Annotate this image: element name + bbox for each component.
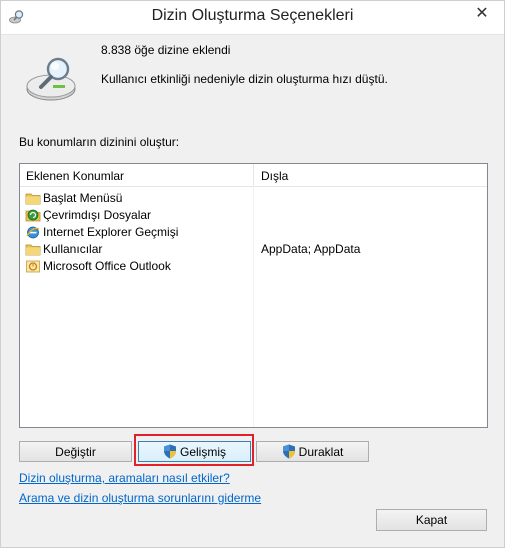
location-exclude: AppData; AppData [261, 242, 361, 256]
indexing-status-icon [26, 57, 76, 101]
list-header: Eklenen Konumlar Dışla [20, 164, 487, 187]
folder-icon [25, 193, 41, 205]
location-name: Çevrimdışı Dosyalar [43, 208, 152, 222]
location-name: Internet Explorer Geçmişi [43, 225, 179, 239]
column-divider[interactable] [253, 164, 254, 186]
how-indexing-affects-link[interactable]: Dizin oluşturma, aramaları nasıl etkiler… [19, 471, 230, 485]
list-item-ie-history[interactable]: Internet Explorer Geçmişi [20, 224, 487, 241]
column-header-locations[interactable]: Eklenen Konumlar [26, 169, 124, 183]
location-name: Microsoft Office Outlook [43, 259, 171, 273]
pause-button-label: Duraklat [298, 444, 344, 459]
outlook-icon [26, 260, 40, 273]
location-name: Başlat Menüsü [43, 191, 123, 205]
advanced-button-label: Gelişmiş [179, 444, 226, 459]
locations-section-label: Bu konumların dizinini oluştur: [19, 135, 180, 149]
close-window-button[interactable]: ✕ [460, 1, 504, 25]
uac-shield-icon [163, 444, 176, 459]
pause-button[interactable]: Duraklat [256, 441, 369, 462]
close-button[interactable]: Kapat [376, 509, 487, 531]
window-title: Dizin Oluşturma Seçenekleri [151, 7, 354, 24]
offline-files-icon [25, 209, 41, 222]
folder-icon [25, 244, 41, 256]
troubleshoot-link[interactable]: Arama ve dizin oluşturma sorunlarını gid… [19, 491, 261, 505]
column-header-exclude[interactable]: Dışla [261, 169, 288, 183]
advanced-button[interactable]: Gelişmiş [138, 441, 251, 462]
indexing-options-window: Dizin Oluşturma Seçenekleri ✕ 8.838 öğe … [0, 0, 505, 548]
location-name: Kullanıcılar [43, 242, 103, 256]
list-item-outlook[interactable]: Microsoft Office Outlook [20, 258, 487, 275]
indexing-speed-message: Kullanıcı etkinliği nedeniyle dizin oluş… [101, 72, 388, 86]
indexed-items-count: 8.838 öğe dizine eklendi [101, 43, 231, 57]
list-item-start-menu[interactable]: Başlat Menüsü [20, 190, 487, 207]
modify-button[interactable]: Değiştir [19, 441, 132, 462]
indexed-locations-list[interactable]: Eklenen Konumlar Dışla Başlat Menüsü Çev… [19, 163, 488, 428]
list-item-offline-files[interactable]: Çevrimdışı Dosyalar [20, 207, 487, 224]
title-bar: Dizin Oluşturma Seçenekleri ✕ [1, 1, 504, 35]
uac-shield-icon [282, 444, 295, 459]
list-item-users[interactable]: Kullanıcılar AppData; AppData [20, 241, 487, 258]
internet-explorer-icon [26, 226, 40, 239]
